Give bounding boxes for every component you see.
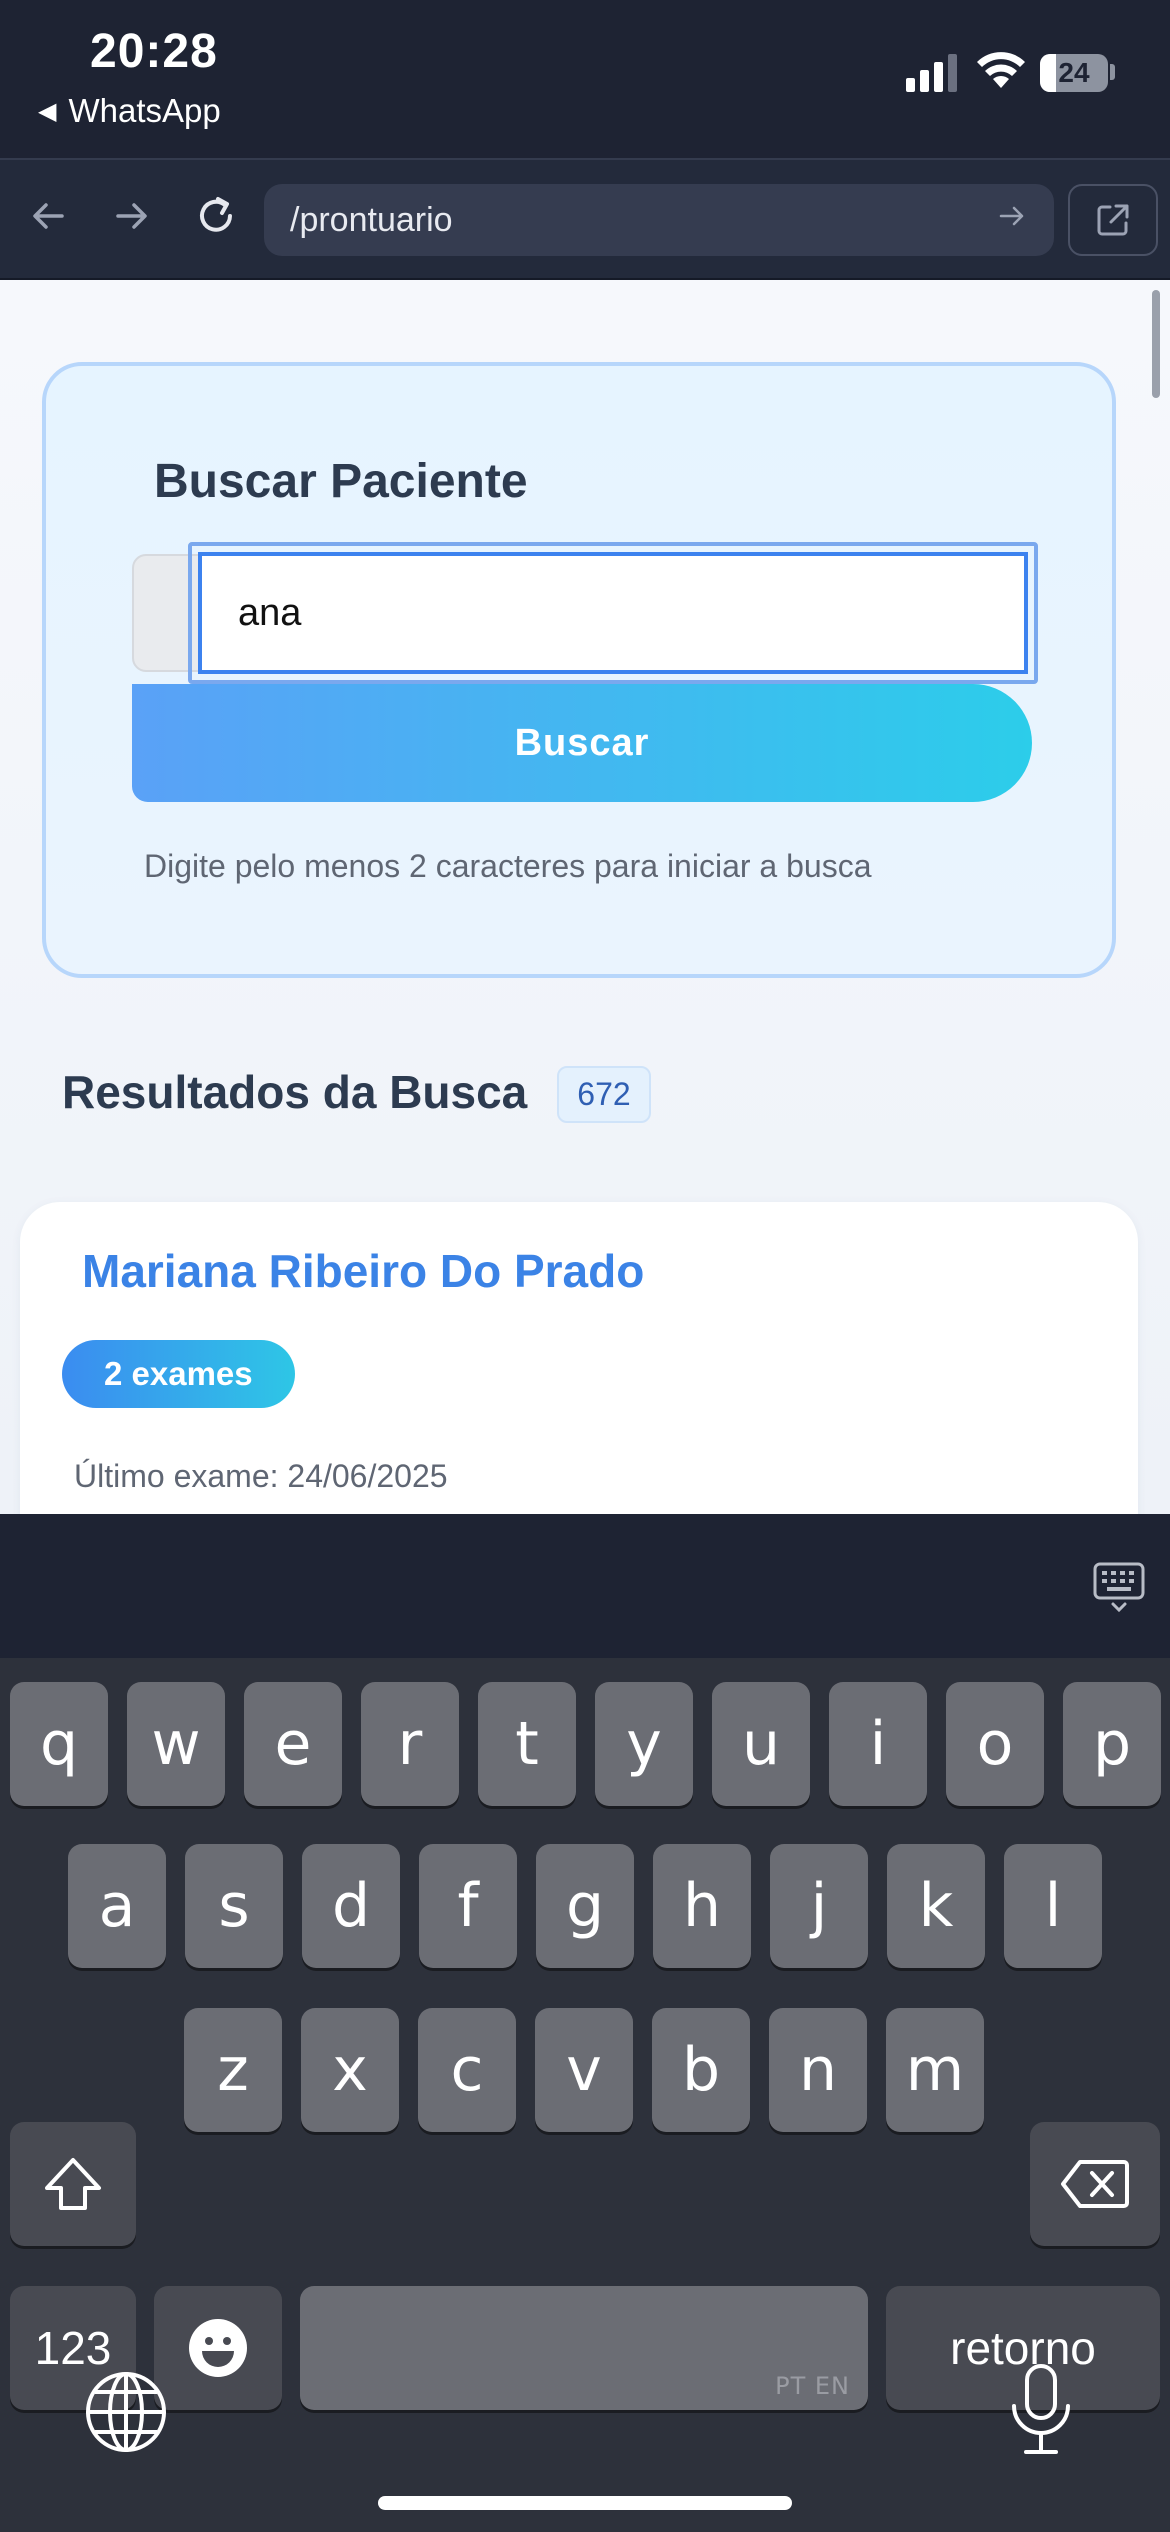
status-bar: 20:28 ◀ WhatsApp 24 <box>0 0 1170 158</box>
key-l[interactable]: l <box>1004 1844 1102 1968</box>
results-count-badge: 672 <box>557 1066 651 1123</box>
back-app-label: WhatsApp <box>68 92 221 129</box>
key-f[interactable]: f <box>419 1844 517 1968</box>
go-arrow-icon[interactable] <box>996 200 1028 241</box>
search-button[interactable]: Buscar <box>132 684 1032 802</box>
cellular-signal-icon <box>906 52 957 92</box>
shift-key[interactable] <box>10 2122 136 2246</box>
url-bar[interactable]: /prontuario <box>264 184 1054 256</box>
results-header: Resultados da Busca 672 <box>62 1060 651 1123</box>
globe-icon[interactable] <box>84 2370 168 2454</box>
key-e[interactable]: e <box>244 1682 342 1806</box>
key-d[interactable]: d <box>302 1844 400 1968</box>
key-o[interactable]: o <box>946 1682 1044 1806</box>
key-q[interactable]: q <box>10 1682 108 1806</box>
key-s[interactable]: s <box>185 1844 283 1968</box>
forward-arrow-icon[interactable] <box>104 188 160 244</box>
wifi-icon <box>977 52 1025 88</box>
back-to-app-link[interactable]: ◀ WhatsApp <box>38 92 221 130</box>
home-indicator[interactable] <box>378 2496 792 2510</box>
exam-count-badge: 2 exames <box>62 1340 295 1408</box>
key-k[interactable]: k <box>887 1844 985 1968</box>
key-x[interactable]: x <box>301 2008 399 2132</box>
key-w[interactable]: w <box>127 1682 225 1806</box>
key-y[interactable]: y <box>595 1682 693 1806</box>
url-text: /prontuario <box>290 200 453 239</box>
backspace-key[interactable] <box>1030 2122 1160 2246</box>
page-content: Buscar Paciente Buscar Digite pelo menos… <box>0 280 1170 1514</box>
back-triangle-icon: ◀ <box>38 97 57 125</box>
battery-nub <box>1110 64 1115 80</box>
search-input-focus-ring <box>188 542 1038 684</box>
key-m[interactable]: m <box>886 2008 984 2132</box>
microphone-icon[interactable] <box>1006 2362 1076 2458</box>
key-h[interactable]: h <box>653 1844 751 1968</box>
space-key[interactable]: PT EN <box>300 2286 868 2410</box>
back-arrow-icon[interactable] <box>20 188 76 244</box>
key-i[interactable]: i <box>829 1682 927 1806</box>
keyboard: qwertyuiop asdfghjkl zxcvbnm 123 PT EN r… <box>0 1658 1170 2532</box>
key-v[interactable]: v <box>535 2008 633 2132</box>
keyboard-accessory-bar <box>0 1514 1170 1658</box>
key-a[interactable]: a <box>68 1844 166 1968</box>
key-b[interactable]: b <box>652 2008 750 2132</box>
search-card: Buscar Paciente Buscar Digite pelo menos… <box>42 362 1116 978</box>
space-language-label: PT EN <box>775 2372 850 2400</box>
status-time: 20:28 <box>90 25 218 78</box>
key-g[interactable]: g <box>536 1844 634 1968</box>
key-j[interactable]: j <box>770 1844 868 1968</box>
key-n[interactable]: n <box>769 2008 867 2132</box>
open-external-icon[interactable] <box>1068 184 1158 256</box>
patient-name-link[interactable]: Mariana Ribeiro Do Prado <box>82 1244 644 1298</box>
key-p[interactable]: p <box>1063 1682 1161 1806</box>
battery-level: 24 <box>1058 57 1090 88</box>
key-t[interactable]: t <box>478 1682 576 1806</box>
battery-icon: 24 <box>1040 54 1108 92</box>
emoji-key[interactable] <box>154 2286 282 2410</box>
keyboard-dismiss-icon[interactable] <box>1092 1560 1146 1614</box>
search-hint: Digite pelo menos 2 caracteres para inic… <box>144 848 872 884</box>
patient-card[interactable]: Mariana Ribeiro Do Prado 2 exames Último… <box>20 1202 1138 1514</box>
search-title: Buscar Paciente <box>154 455 528 508</box>
key-z[interactable]: z <box>184 2008 282 2132</box>
reload-icon[interactable] <box>188 188 244 244</box>
browser-toolbar: /prontuario <box>0 158 1170 280</box>
search-input[interactable] <box>198 552 1028 674</box>
key-r[interactable]: r <box>361 1682 459 1806</box>
results-title: Resultados da Busca <box>62 1065 528 1118</box>
scrollbar[interactable] <box>1152 290 1160 398</box>
last-exam-date: Último exame: 24/06/2025 <box>74 1458 448 1494</box>
key-u[interactable]: u <box>712 1682 810 1806</box>
key-c[interactable]: c <box>418 2008 516 2132</box>
